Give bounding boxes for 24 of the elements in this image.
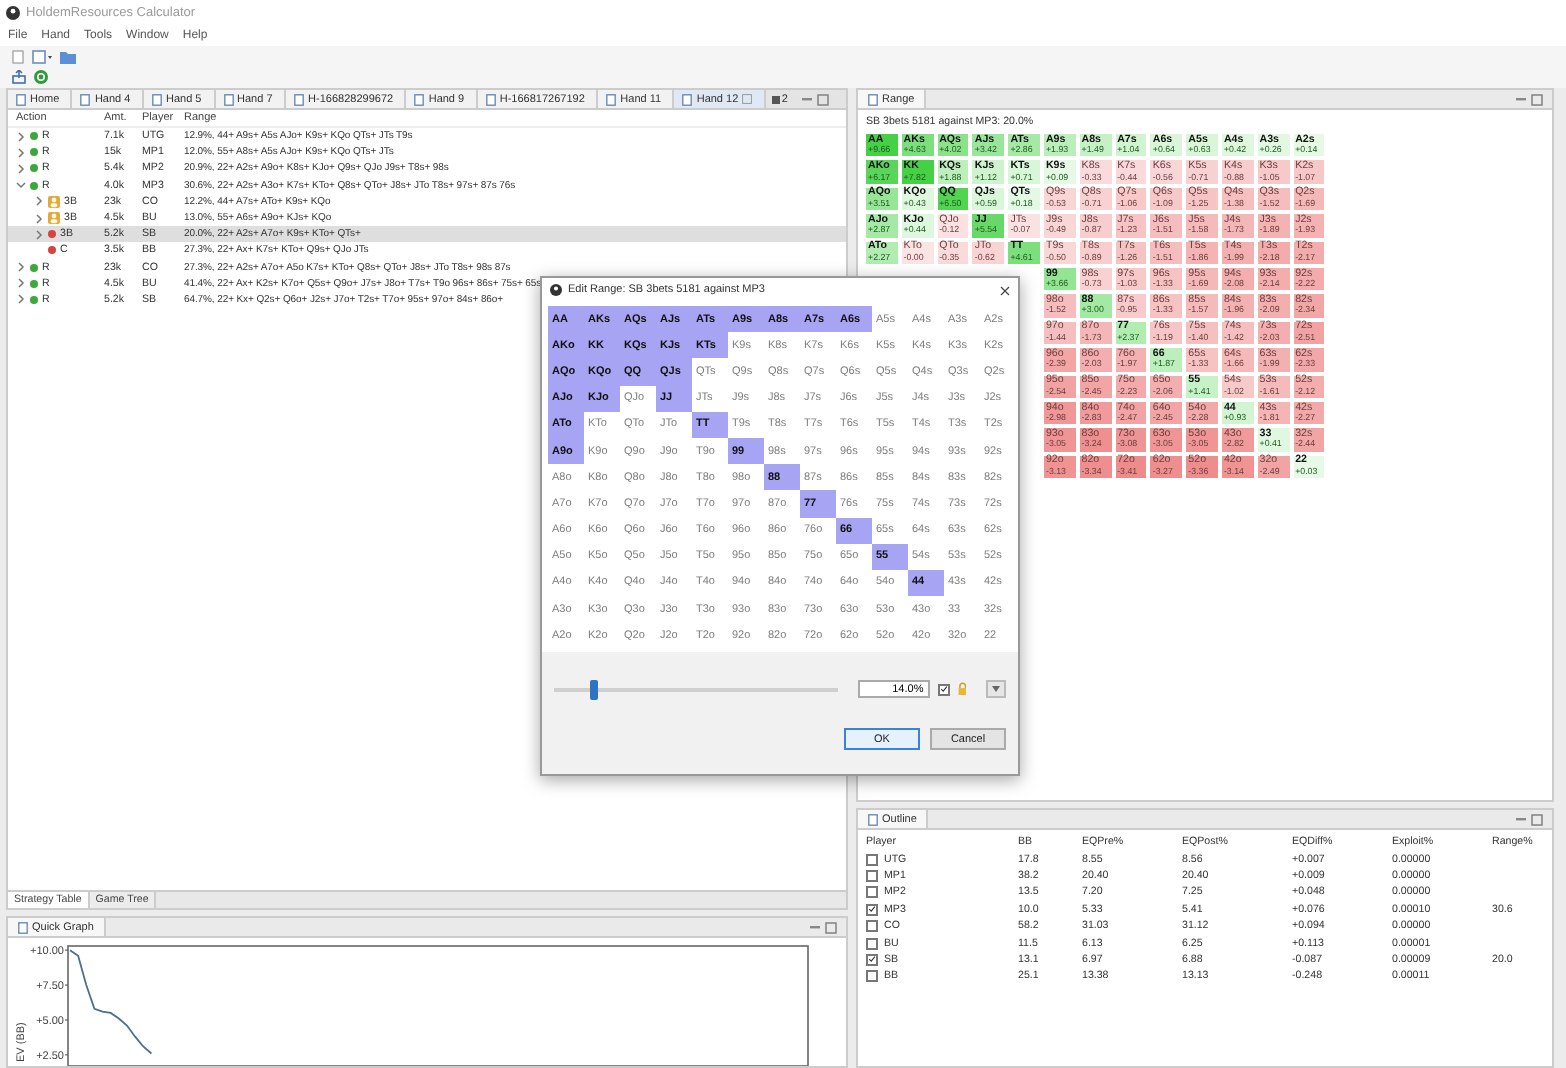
document-icon bbox=[868, 813, 878, 825]
lock-icon bbox=[957, 682, 967, 697]
minimize-maximize-icon[interactable] bbox=[802, 93, 830, 105]
export-icon[interactable] bbox=[12, 70, 26, 85]
checkbox[interactable] bbox=[866, 869, 878, 882]
checkbox[interactable] bbox=[866, 920, 878, 933]
checkbox[interactable] bbox=[866, 886, 878, 899]
checkbox[interactable] bbox=[866, 953, 878, 966]
minimize-maximize-icon[interactable] bbox=[1516, 93, 1544, 105]
lock-checkbox[interactable] bbox=[937, 683, 950, 696]
checkbox[interactable] bbox=[866, 853, 878, 866]
checkbox[interactable] bbox=[866, 937, 878, 950]
checkbox[interactable] bbox=[866, 903, 878, 916]
slider-thumb[interactable] bbox=[589, 679, 598, 700]
document-icon bbox=[18, 921, 28, 933]
caret-icon bbox=[992, 686, 1001, 693]
app-icon bbox=[6, 5, 20, 19]
minimize-maximize-icon[interactable] bbox=[1516, 813, 1544, 825]
dropdown-button[interactable] bbox=[986, 680, 1006, 699]
ev-line bbox=[69, 949, 153, 1055]
document-icon bbox=[868, 93, 878, 105]
app-icon bbox=[550, 284, 562, 296]
minimize-maximize-icon[interactable] bbox=[810, 921, 838, 933]
checkbox[interactable] bbox=[866, 970, 878, 983]
